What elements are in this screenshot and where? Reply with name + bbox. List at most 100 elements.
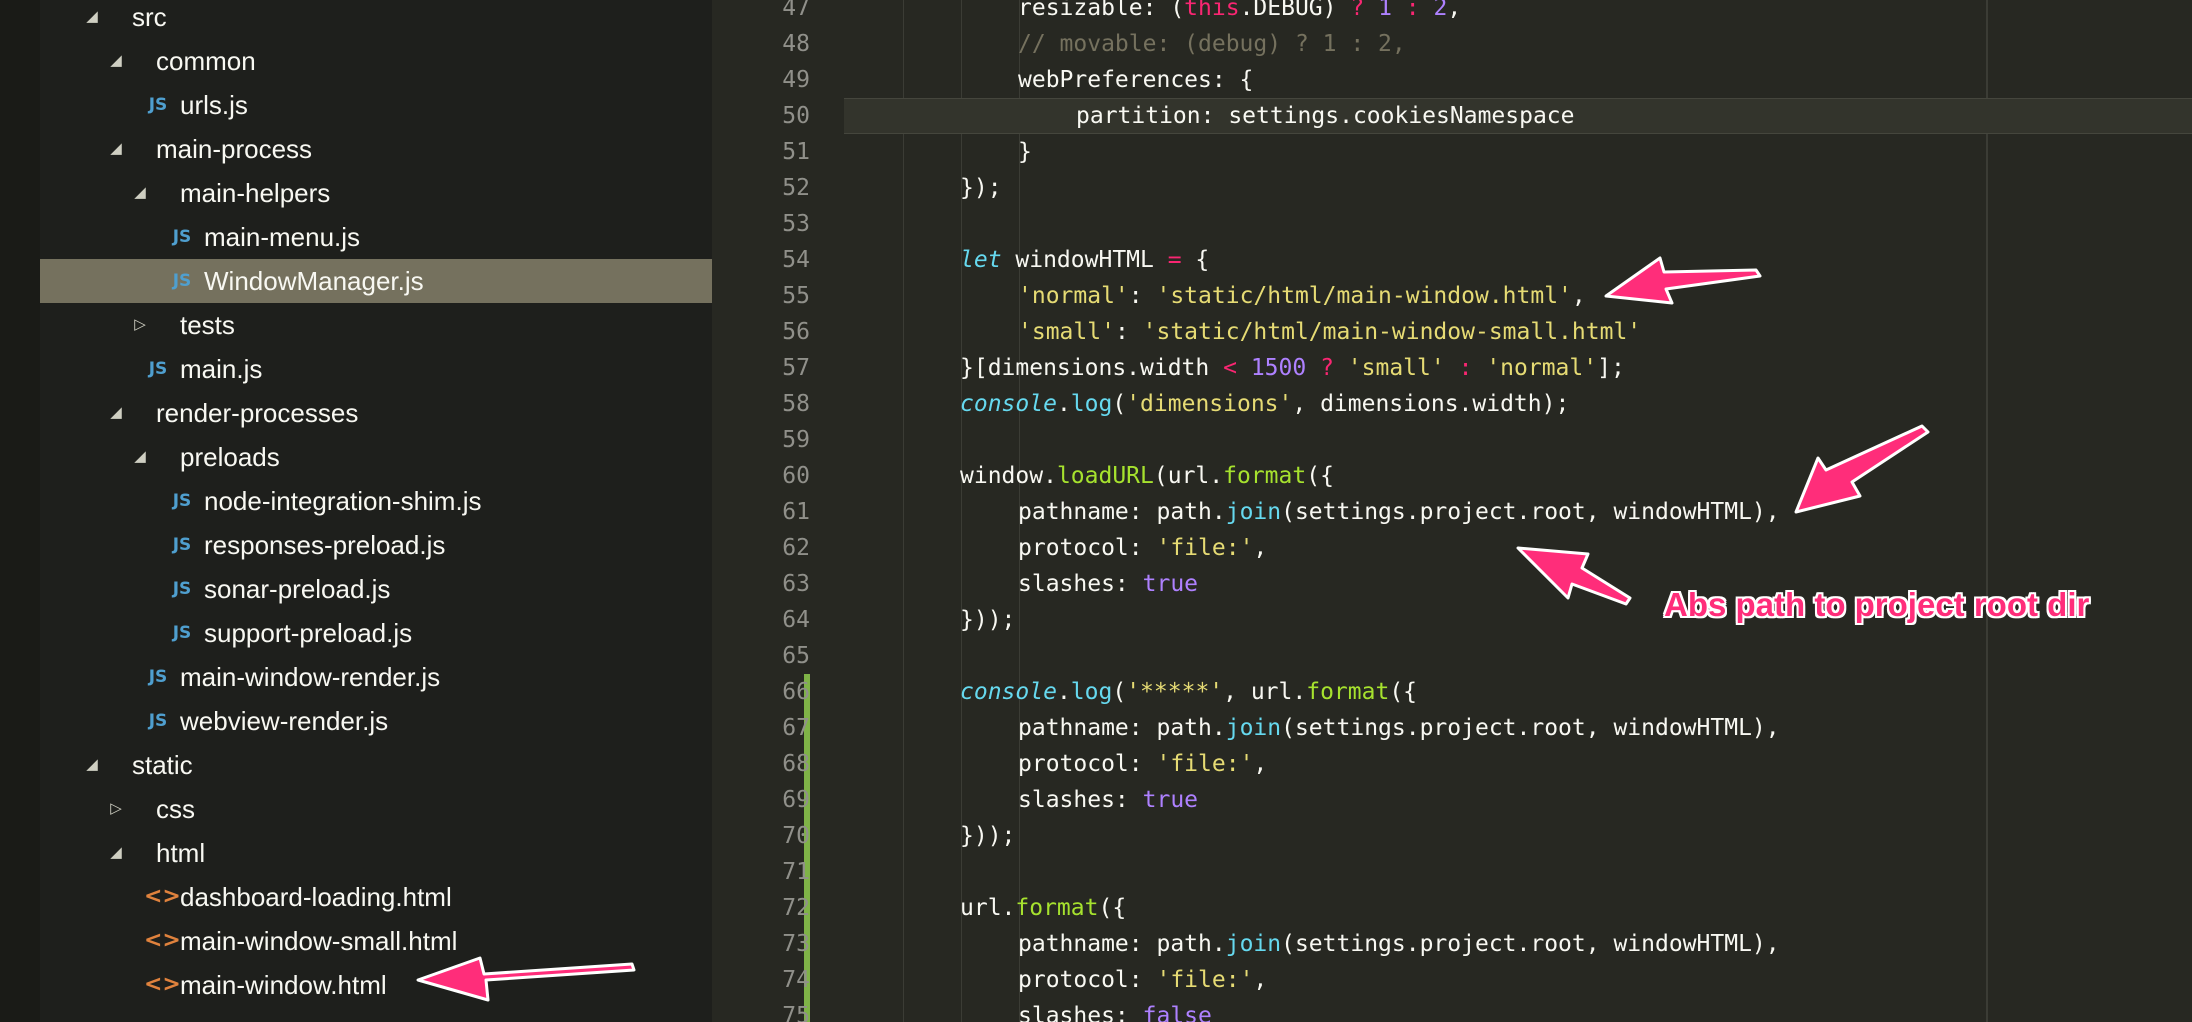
tree-item-main-js[interactable]: JS main.js bbox=[40, 347, 712, 391]
chevron-down-icon[interactable]: ◢ bbox=[82, 743, 102, 787]
tree-item-main-process[interactable]: ◢ main-process bbox=[40, 127, 712, 171]
tree-item-label: preloads bbox=[180, 442, 280, 472]
code-token: . bbox=[1056, 679, 1071, 705]
tree-item-tests[interactable]: ▷ tests bbox=[40, 303, 712, 347]
chevron-down-icon[interactable]: ◢ bbox=[106, 39, 126, 83]
indent-guide bbox=[903, 0, 904, 1022]
chevron-down-icon[interactable]: ◢ bbox=[106, 831, 126, 875]
js-file-icon: JS bbox=[172, 535, 192, 555]
js-file-icon: JS bbox=[172, 227, 192, 247]
line-number: 71 bbox=[782, 859, 810, 885]
code-token: windowHTML bbox=[1001, 247, 1168, 273]
tree-item-main-window-html[interactable]: <> main-window.html bbox=[40, 963, 712, 1007]
code-token: slashes: bbox=[1018, 787, 1143, 813]
code-line[interactable]: partition: settings.cookiesNamespace bbox=[1076, 98, 1575, 134]
code-token: pathname: path. bbox=[1018, 715, 1226, 741]
code-line[interactable]: }[dimensions.width < 1500 ? 'small' : 'n… bbox=[960, 350, 1625, 386]
tree-item-main-helpers[interactable]: ◢ main-helpers bbox=[40, 171, 712, 215]
tree-item-css[interactable]: ▷ css bbox=[40, 787, 712, 831]
sidebar-gutter bbox=[0, 0, 40, 1022]
tree-item-support-preload-js[interactable]: JS support-preload.js bbox=[40, 611, 712, 655]
tree-item-html[interactable]: ◢ html bbox=[40, 831, 712, 875]
code-line[interactable]: console.log('*****', url.format({ bbox=[960, 674, 1417, 710]
code-line[interactable]: slashes: true bbox=[1018, 566, 1198, 602]
tree-item-src[interactable]: ◢ src bbox=[40, 0, 712, 39]
tree-item-node-integration-shim-js[interactable]: JS node-integration-shim.js bbox=[40, 479, 712, 523]
chevron-right-icon[interactable]: ▷ bbox=[130, 303, 150, 347]
code-token: 'static/html/main-window-small.html' bbox=[1142, 319, 1642, 345]
tree-item-main-window-small-html[interactable]: <> main-window-small.html bbox=[40, 919, 712, 963]
code-line[interactable]: pathname: path.join(settings.project.roo… bbox=[1018, 494, 1780, 530]
tree-item-sonar-preload-js[interactable]: JS sonar-preload.js bbox=[40, 567, 712, 611]
code-line[interactable]: slashes: false bbox=[1018, 998, 1212, 1022]
code-token: 1500 bbox=[1250, 355, 1307, 381]
chevron-down-icon[interactable]: ◢ bbox=[106, 127, 126, 171]
code-token: protocol: bbox=[1018, 967, 1157, 993]
tree-item-dashboard-loading-html[interactable]: <> dashboard-loading.html bbox=[40, 875, 712, 919]
code-line[interactable]: 'small': 'static/html/main-window-small.… bbox=[1018, 314, 1641, 350]
chevron-down-icon[interactable]: ◢ bbox=[130, 435, 150, 479]
tree-item-common[interactable]: ◢ common bbox=[40, 39, 712, 83]
code-line[interactable]: pathname: path.join(settings.project.roo… bbox=[1018, 926, 1780, 962]
code-line[interactable]: protocol: 'file:', bbox=[1018, 962, 1267, 998]
line-number: 69 bbox=[782, 787, 810, 813]
code-line[interactable]: protocol: 'file:', bbox=[1018, 530, 1267, 566]
tree-item-label: main-helpers bbox=[180, 178, 331, 208]
code-token: log bbox=[1070, 679, 1113, 705]
code-line[interactable]: // movable: (debug) ? 1 : 2, bbox=[1018, 26, 1406, 62]
tree-item-urls-js[interactable]: JS urls.js bbox=[40, 83, 712, 127]
code-line[interactable]: slashes: true bbox=[1018, 782, 1198, 818]
chevron-down-icon[interactable]: ◢ bbox=[106, 391, 126, 435]
code-token: 'file:' bbox=[1156, 751, 1254, 777]
tree-item-label: css bbox=[156, 794, 195, 824]
code-line[interactable]: window.loadURL(url.format({ bbox=[960, 458, 1334, 494]
code-token: true bbox=[1142, 787, 1199, 813]
tree-item-label: html bbox=[156, 838, 206, 868]
code-line[interactable]: pathname: path.join(settings.project.roo… bbox=[1018, 710, 1780, 746]
code-line[interactable]: let windowHTML = { bbox=[960, 242, 1209, 278]
code-line[interactable]: url.format({ bbox=[960, 890, 1126, 926]
code-line[interactable]: } bbox=[1018, 134, 1032, 170]
code-token: slashes: bbox=[1018, 1003, 1143, 1022]
tree-item-label: render-processes bbox=[156, 398, 359, 428]
code-line[interactable]: }); bbox=[960, 170, 1002, 206]
code-token: join bbox=[1225, 499, 1282, 525]
tree-item-preloads[interactable]: ◢ preloads bbox=[40, 435, 712, 479]
code-line[interactable]: 'normal': 'static/html/main-window.html'… bbox=[1018, 278, 1586, 314]
tree-item-label: common bbox=[156, 46, 256, 76]
tree-item-windowmanager-js[interactable]: JS WindowManager.js bbox=[40, 259, 712, 303]
chevron-down-icon[interactable]: ◢ bbox=[130, 171, 150, 215]
code-token: , url. bbox=[1223, 679, 1307, 705]
code-line[interactable]: protocol: 'file:', bbox=[1018, 746, 1267, 782]
line-number: 65 bbox=[782, 643, 810, 669]
line-number: 60 bbox=[782, 463, 810, 489]
code-token: { bbox=[1181, 247, 1210, 273]
code-editor[interactable]: 47 resizable: (this.DEBUG) ? 1 : 2, 48 // m… bbox=[712, 0, 2192, 1022]
line-number: 73 bbox=[782, 931, 810, 957]
chevron-down-icon[interactable]: ◢ bbox=[82, 0, 102, 39]
code-token: 'dimensions' bbox=[1126, 391, 1293, 417]
tree-item-render-processes[interactable]: ◢ render-processes bbox=[40, 391, 712, 435]
code-line[interactable]: webPreferences: { bbox=[1018, 62, 1253, 98]
code-token: = bbox=[1167, 247, 1182, 273]
code-token: ? bbox=[1350, 0, 1365, 21]
tree-item-static[interactable]: ◢ static bbox=[40, 743, 712, 787]
code-token: 'small' bbox=[1347, 355, 1445, 381]
code-token: true bbox=[1142, 571, 1199, 597]
code-line[interactable]: })); bbox=[960, 602, 1015, 638]
code-token: pathname: path. bbox=[1018, 931, 1226, 957]
tree-item-webview-render-js[interactable]: JS webview-render.js bbox=[40, 699, 712, 743]
code-line[interactable]: })); bbox=[960, 818, 1015, 854]
code-token: 2 bbox=[1433, 0, 1448, 21]
code-token: , bbox=[1447, 0, 1462, 21]
tree-item-responses-preload-js[interactable]: JS responses-preload.js bbox=[40, 523, 712, 567]
tree-item-main-window-render-js[interactable]: JS main-window-render.js bbox=[40, 655, 712, 699]
line-number: 47 bbox=[782, 0, 810, 21]
code-line[interactable]: console.log('dimensions', dimensions.wid… bbox=[960, 386, 1569, 422]
code-line[interactable]: resizable: (this.DEBUG) ? 1 : 2, bbox=[1018, 0, 1461, 26]
tree-item-main-menu-js[interactable]: JS main-menu.js bbox=[40, 215, 712, 259]
chevron-right-icon[interactable]: ▷ bbox=[106, 787, 126, 831]
tree-item-label: tests bbox=[180, 310, 235, 340]
